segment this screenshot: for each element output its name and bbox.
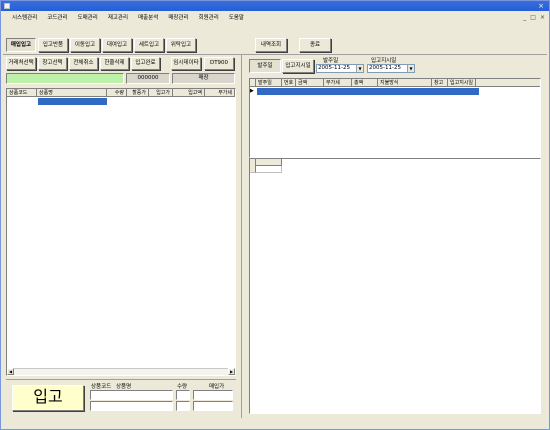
menu-bar: 시스템관리 코드관리 도매관리 재고관리 매출분석 매장관리 회원관리 도움말 [1,11,549,23]
window-close-icon[interactable]: × [537,2,545,10]
col-order-vat[interactable]: 부가세 [324,79,352,87]
vendor-display [6,73,124,84]
purchase-price-label: 매입가 [209,384,225,390]
complete-receipt-button[interactable]: 입고완료 [131,57,160,70]
order-date-picker[interactable]: 2005-11-25 ▼ [316,64,364,73]
app-icon [4,3,10,9]
instruct-date-value: 2005-11-25 [369,65,401,71]
price-extra-input[interactable] [193,401,233,411]
tab-receipt-return[interactable]: 입고반품 [38,38,68,52]
product-grid[interactable]: 상품코드 상품명 수량 할증가 입고가 입고액 부가세 ◀ ▶ [6,88,236,376]
col-quantity[interactable]: 수량 [107,89,127,97]
detail-cell[interactable] [256,166,282,173]
tab-rental-receipt[interactable]: 대여입고 [102,38,132,52]
chevron-down-icon[interactable]: ▼ [356,65,363,72]
tab-instruct-date[interactable]: 입고지시일 [282,59,314,73]
col-amount[interactable]: 금액 [296,79,324,87]
col-number[interactable]: 번호 [282,79,296,87]
receipt-big-button[interactable]: 입고 [12,385,84,411]
menu-sales-analysis[interactable]: 매출분석 [133,13,163,21]
store-label: 매장 [172,73,235,84]
panel-splitter [241,54,242,418]
scroll-right-icon[interactable]: ▶ [228,368,235,375]
instruct-date-picker[interactable]: 2005-11-25 ▼ [367,64,415,73]
quantity-label: 수량 [177,384,188,390]
tab-order-date[interactable]: 발주일 [249,59,281,73]
col-order-date[interactable]: 발주일 [256,79,282,87]
col-warehouse[interactable]: 창고 [432,79,448,87]
product-code-label: 상품코드 [91,384,112,390]
quantity-extra-input[interactable] [176,401,190,411]
tab-set-receipt[interactable]: 세트입고 [134,38,164,52]
tab-transfer-receipt[interactable]: 이동입고 [70,38,100,52]
instruct-date-label: 입고지시일 [371,58,397,64]
tab-consignment-receipt[interactable]: 위탁입고 [166,38,196,52]
menu-help[interactable]: 도움말 [224,13,249,21]
selected-cell[interactable] [38,98,107,105]
menu-inventory[interactable]: 재고관리 [103,13,133,21]
col-product-name[interactable]: 상품명 [37,89,107,97]
purchase-price-input[interactable] [193,390,233,400]
main-window: × 시스템관리 코드관리 도매관리 재고관리 매출분석 매장관리 회원관리 도움… [0,0,550,430]
product-code-input[interactable] [90,390,173,400]
menu-member[interactable]: 회원관리 [194,13,224,21]
order-date-label: 발주일 [323,58,339,64]
divider [6,379,236,380]
vendor-code-display: 000000 [126,73,170,84]
product-name-input[interactable] [90,401,173,411]
exit-button[interactable]: 종료 [299,38,331,52]
row-pointer-icon: ▶ [250,88,254,94]
menu-wholesale[interactable]: 도매관리 [73,13,103,21]
menu-store[interactable]: 매장관리 [163,13,193,21]
col-markup-price[interactable]: 할증가 [127,89,149,97]
tab-purchase-receipt[interactable]: 매입입고 [6,38,36,52]
horizontal-scrollbar[interactable]: ◀ ▶ [7,368,235,375]
history-button[interactable]: 내역조회 [255,38,287,52]
col-total[interactable]: 총액 [352,79,378,87]
col-receipt-price[interactable]: 입고가 [149,89,173,97]
mdi-close-icon[interactable]: × [540,14,545,21]
order-grid-header: 발주일 번호 금액 부가세 총액 지불방식 창고 입고지시일 [250,79,540,87]
quantity-input[interactable] [176,390,190,400]
mdi-minimize-icon[interactable]: _ [523,14,526,21]
col-payment-method[interactable]: 지불방식 [378,79,432,87]
menu-code[interactable]: 코드관리 [42,13,72,21]
cancel-all-button[interactable]: 전체취소 [69,57,98,70]
chevron-down-icon[interactable]: ▼ [407,65,414,72]
mdi-restore-icon[interactable]: □ [530,14,536,21]
col-product-code[interactable]: 상품코드 [7,89,37,97]
product-name-label: 상품명 [116,384,132,390]
col-vat[interactable]: 부가세 [205,89,235,97]
col-receipt-amount[interactable]: 입고액 [173,89,205,97]
selected-order-row[interactable] [257,88,479,95]
divider [3,54,547,55]
order-list-grid[interactable]: 발주일 번호 금액 부가세 총액 지불방식 창고 입고지시일 ▶ [249,78,541,158]
title-bar: × [1,1,549,11]
order-date-value: 2005-11-25 [318,65,350,71]
temp-data-button[interactable]: 임시데이타 [171,57,201,70]
product-grid-header: 상품코드 상품명 수량 할증가 입고가 입고액 부가세 [7,89,235,97]
select-warehouse-button[interactable]: 창고선택 [38,57,67,70]
col-instruct-date[interactable]: 입고지시일 [448,79,476,87]
dt900-button[interactable]: DT900 [204,57,234,70]
menu-system[interactable]: 시스템관리 [7,13,42,21]
order-detail-grid[interactable] [249,158,541,414]
select-vendor-button[interactable]: 거래처선택 [6,57,36,70]
scroll-left-icon[interactable]: ◀ [7,368,14,375]
delete-row-button[interactable]: 한줄삭제 [100,57,129,70]
